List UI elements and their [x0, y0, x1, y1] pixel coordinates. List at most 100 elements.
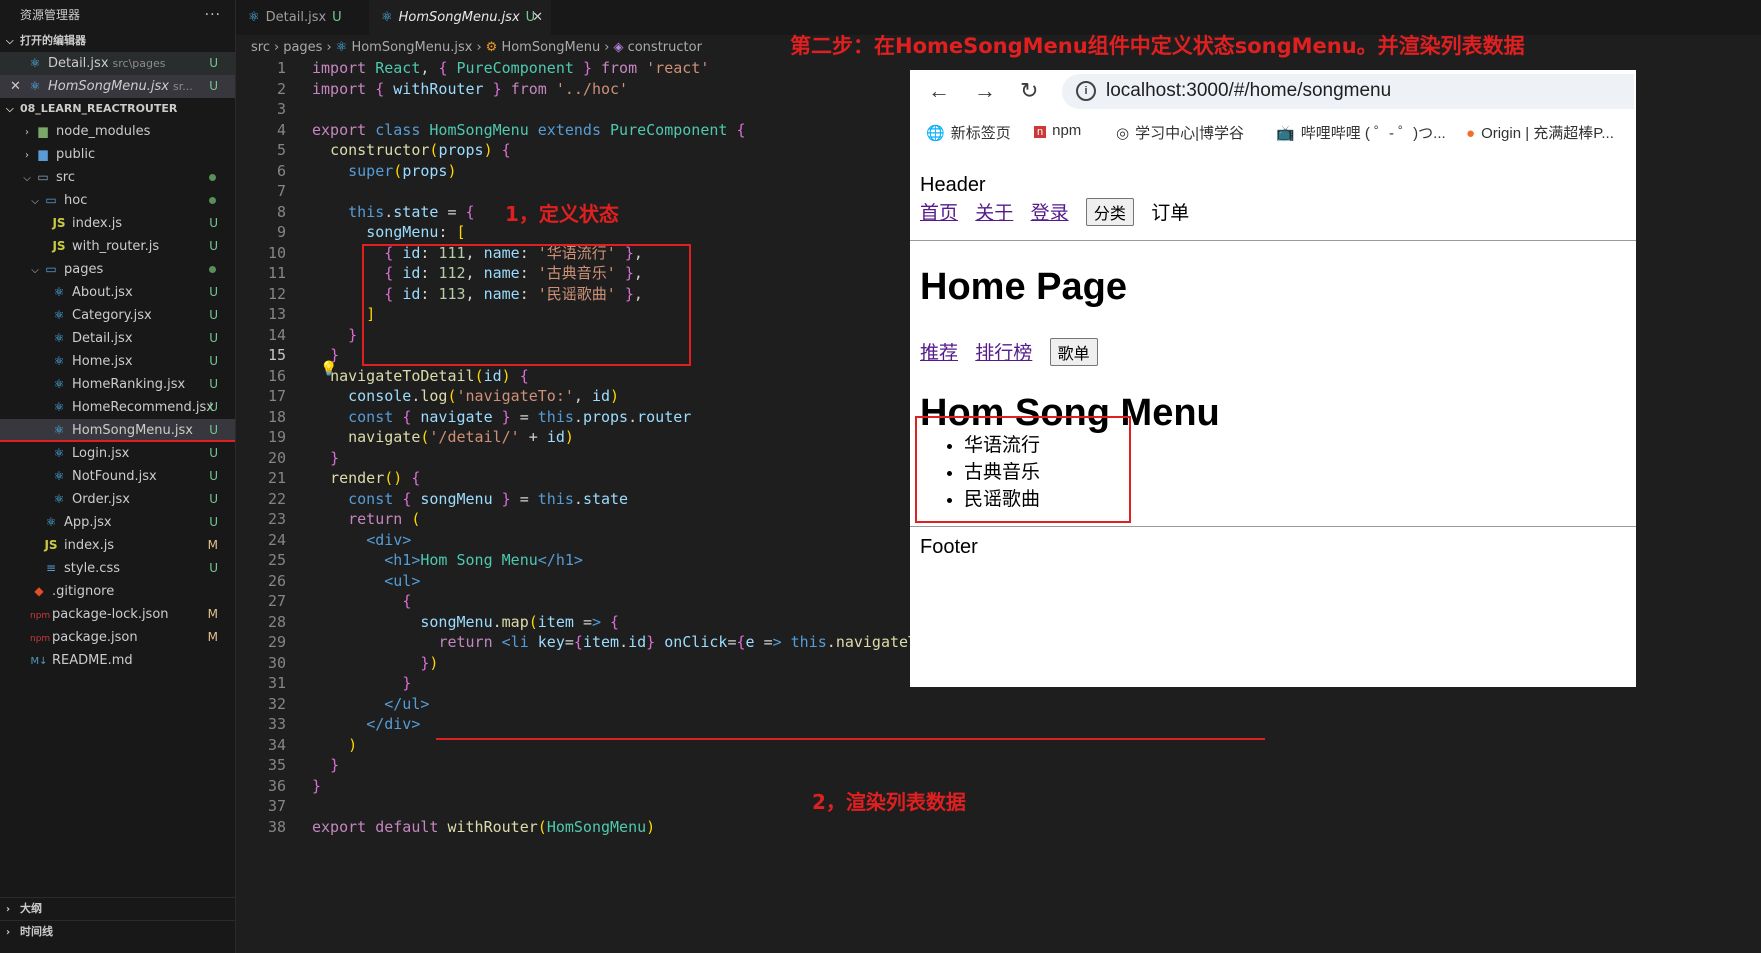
header-divider — [910, 240, 1636, 241]
tree-file[interactable]: ≡ style.css U — [0, 557, 235, 580]
project-section[interactable]: ⌵ 08_LEARN_REACTROUTER — [0, 98, 235, 120]
forward-icon[interactable]: → — [974, 78, 996, 104]
bookmarks-bar: 🌐 新标签页 n npm ◎ 学习中心|博学谷 📺 哔哩哔哩 ( ゜- ゜)つ... ●… — [910, 112, 1636, 150]
tree-file[interactable]: npm package.json M — [0, 626, 235, 649]
more-actions-icon[interactable]: ··· — [205, 0, 221, 30]
react-icon: ⚛ — [248, 10, 260, 25]
nav-link-login[interactable]: 登录 — [1031, 203, 1069, 224]
back-icon[interactable]: ← — [928, 78, 950, 104]
close-icon[interactable]: ✕ — [10, 75, 26, 98]
tree-folder-hoc[interactable]: ⌵ ▭ hoc — [0, 189, 235, 212]
bookmark-item[interactable]: ● Origin | 充满超棒P... — [1466, 122, 1614, 143]
tree-file[interactable]: JS index.js U — [0, 212, 235, 235]
line-number: 38 — [267, 817, 286, 836]
breadcrumb-item[interactable]: src — [251, 40, 270, 55]
lightbulb-icon[interactable]: 💡 — [320, 361, 337, 377]
react-icon: ⚛ — [29, 56, 41, 70]
step-title-annotation: 第二步：在HomeSongMenu组件中定义状态songMenu。并渲染列表数据 — [790, 34, 1525, 58]
react-icon: ⚛ — [53, 377, 65, 391]
footer-divider — [910, 526, 1636, 527]
react-icon: ⚛ — [53, 469, 65, 483]
react-icon: ⚛ — [29, 79, 41, 93]
learning-icon: ◎ — [1116, 125, 1130, 142]
tree-file[interactable]: ⚛ Home.jsx U — [0, 350, 235, 373]
site-info-icon[interactable]: i — [1076, 81, 1096, 101]
breadcrumb-item[interactable]: HomSongMenu.jsx — [351, 40, 472, 55]
tree-file[interactable]: ⚛ Login.jsx U — [0, 442, 235, 465]
sub-nav-recommend[interactable]: 推荐 — [920, 343, 958, 364]
reload-icon[interactable]: ↻ — [1020, 78, 1038, 104]
tree-file[interactable]: ◆ .gitignore — [0, 580, 235, 603]
react-icon: ⚛ — [53, 354, 65, 368]
main-nav: 首页 关于 登录 分类 订单 — [920, 198, 1189, 226]
define-state-annotation: 1，定义状态 — [505, 202, 619, 226]
tree-folder-node-modules[interactable]: › ▆ node_modules — [0, 120, 235, 143]
sub-nav-songmenu-button[interactable]: 歌单 — [1049, 338, 1098, 366]
tree-file[interactable]: ⚛ Category.jsx U — [0, 304, 235, 327]
tree-file[interactable]: JS with_router.js U — [0, 235, 235, 258]
tree-file[interactable]: npm package-lock.json M — [0, 603, 235, 626]
open-editors-section[interactable]: ⌵ 打开的编辑器 — [0, 30, 235, 52]
code-text: export default withRouter(HomSongMenu) — [312, 817, 656, 836]
tree-folder-public[interactable]: › ▆ public — [0, 143, 235, 166]
tree-folder-pages[interactable]: ⌵ ▭ pages — [0, 258, 235, 281]
breadcrumb-item[interactable]: constructor — [628, 40, 702, 55]
react-icon: ⚛ — [45, 515, 57, 529]
folder-icon: ▆ — [38, 124, 48, 138]
tree-folder-src[interactable]: ⌵ ▭ src — [0, 166, 235, 189]
bookmark-item[interactable]: 🌐 新标签页 — [926, 122, 1011, 143]
code-text: super(props) — [348, 161, 457, 180]
sub-nav-ranking[interactable]: 排行榜 — [975, 343, 1032, 364]
tree-file[interactable]: ⚛ Order.jsx U — [0, 488, 235, 511]
code-text: navigate('/detail/' + id) — [348, 428, 574, 446]
nav-order-text[interactable]: 订单 — [1151, 203, 1189, 224]
render-underline — [436, 738, 1265, 740]
chevron-right-icon: › — [6, 927, 11, 938]
open-editor-item[interactable]: ⚛ Detail.jsx src\pages U — [0, 52, 235, 75]
breadcrumb-item[interactable]: pages — [283, 40, 322, 55]
tab-detail[interactable]: ⚛ Detail.jsx U — [236, 0, 380, 35]
react-icon: ⚛ — [53, 331, 65, 345]
tree-file[interactable]: ⚛ HomeRecommend.jsx U — [0, 396, 235, 419]
tree-file[interactable]: ⚛ HomeRanking.jsx U — [0, 373, 235, 396]
list-highlight-box — [915, 416, 1131, 523]
tree-file[interactable]: ⚛ NotFound.jsx U — [0, 465, 235, 488]
react-icon: ⚛ — [53, 446, 65, 460]
chevron-down-icon: ⌵ — [31, 265, 39, 276]
code-text: } — [312, 776, 322, 795]
tree-file[interactable]: ⚛ Detail.jsx U — [0, 327, 235, 350]
browser-toolbar: ← → ↻ i localhost:3000/#/home/songmenu — [910, 70, 1636, 112]
folder-open-icon: ▭ — [45, 193, 57, 207]
tree-file[interactable]: M↓ README.md — [0, 649, 235, 672]
chevron-down-icon: ⌵ — [6, 104, 14, 115]
nav-category-button[interactable]: 分类 — [1085, 198, 1134, 226]
bookmark-item[interactable]: ◎ 学习中心|博学谷 — [1116, 122, 1244, 143]
tab-homsongmenu[interactable]: ⚛ HomSongMenu.jsx U ✕ — [369, 0, 551, 35]
home-sub-nav: 推荐 排行榜 歌单 — [920, 338, 1098, 366]
tree-file[interactable]: ⚛ App.jsx U — [0, 511, 235, 534]
outline-section[interactable]: › 大纲 — [0, 897, 235, 920]
timeline-section[interactable]: › 时间线 — [0, 920, 235, 943]
folder-open-icon: ▭ — [37, 170, 49, 184]
react-icon: ⚛ — [53, 492, 65, 506]
close-icon[interactable]: ✕ — [532, 0, 543, 35]
css-file-icon: ≡ — [45, 561, 57, 575]
markdown-icon: M↓ — [30, 656, 48, 667]
tree-file[interactable]: JS index.js M — [0, 534, 235, 557]
method-icon: ◈ — [613, 40, 628, 55]
nav-link-home[interactable]: 首页 — [920, 203, 958, 224]
address-bar[interactable]: i localhost:3000/#/home/songmenu — [1062, 74, 1634, 109]
git-icon: ◆ — [34, 584, 44, 598]
react-icon: ⚛ — [53, 400, 65, 414]
chevron-down-icon: ⌵ — [31, 196, 39, 207]
tree-file[interactable]: ⚛ About.jsx U — [0, 281, 235, 304]
header-text: Header — [920, 174, 986, 196]
bookmark-item[interactable]: 📺 哔哩哔哩 ( ゜- ゜)つ... — [1276, 122, 1446, 143]
open-editor-item-active[interactable]: ✕ ⚛ HomSongMenu.jsx sr... U — [0, 75, 235, 98]
bookmark-item[interactable]: n npm — [1034, 122, 1081, 139]
tree-file-active[interactable]: ⚛ HomSongMenu.jsx U — [0, 419, 235, 442]
breadcrumb-item[interactable]: HomSongMenu — [501, 40, 600, 55]
browser-window: ← → ↻ i localhost:3000/#/home/songmenu 🌐… — [910, 70, 1636, 687]
sidebar-bottom-panels: › 大纲 › 时间线 — [0, 897, 235, 953]
nav-link-about[interactable]: 关于 — [975, 203, 1013, 224]
